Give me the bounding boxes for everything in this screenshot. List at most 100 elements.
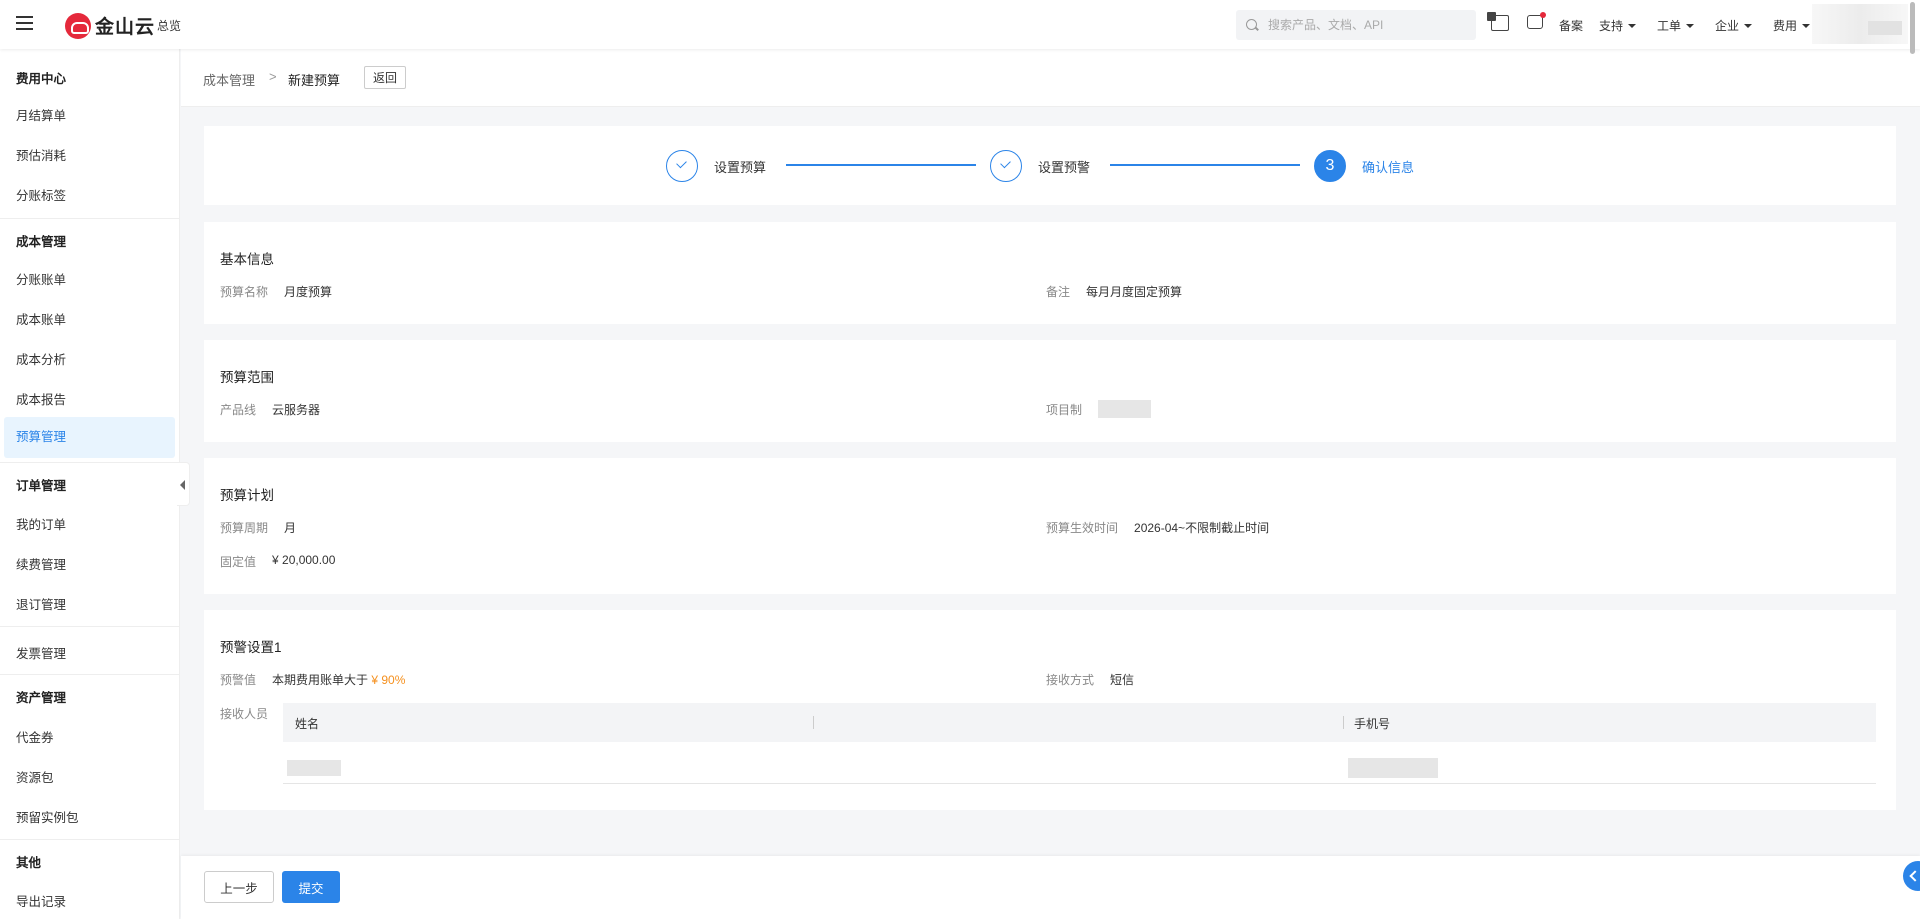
threshold-field: 预警值 本期费用账单大于 ¥ 90% [220,671,405,688]
sidebar-group-assets: 资产管理 [16,691,67,705]
back-button[interactable]: 返回 [364,66,406,89]
enterprise-menu[interactable]: 企业 [1715,17,1753,34]
step-2: 设置预警 [990,150,1090,182]
sidebar-divider [0,674,180,675]
receive-method-field: 接收方式 短信 [1046,671,1134,688]
step-3: 3 确认信息 [1314,150,1414,182]
step-label: 设置预警 [1038,159,1091,175]
breadcrumb-separator-icon: > [269,69,277,84]
support-label: 支持 [1599,19,1624,33]
sidebar-item-resource-pack[interactable]: 资源包 [16,767,54,786]
sidebar-item-cost-report[interactable]: 成本报告 [16,389,66,408]
field-value: 2026-04~不限制截止时间 [1134,521,1270,535]
sidebar-item-cost-analysis[interactable]: 成本分析 [16,349,66,368]
sidebar-item-renewal[interactable]: 续费管理 [16,554,66,573]
page-scrollbar[interactable] [1910,2,1915,54]
sidebar-item-split-bill[interactable]: 分账账单 [16,269,66,288]
field-label: 预警值 [220,673,257,687]
column-divider [813,716,814,729]
receivers-table: 姓名 手机号 [283,703,1876,784]
section-title: 预警设置1 [220,640,282,655]
field-label: 产品线 [220,403,257,417]
fixed-value-field: 固定值 ¥ 20,000.00 [220,553,335,570]
field-label: 项目制 [1046,403,1083,417]
notification-dot [1540,12,1546,18]
period-field: 预算周期 月 [220,519,296,536]
redacted-name [287,760,341,776]
sidebar: 费用中心 月结算单 预估消耗 分账标签 成本管理 分账账单 成本账单 成本分析 … [0,49,180,919]
sidebar-item-invoice[interactable]: 发票管理 [16,643,66,662]
menu-icon[interactable] [16,16,33,30]
prev-step-button[interactable]: 上一步 [204,871,274,903]
search-input[interactable] [1268,10,1468,40]
sidebar-divider [0,218,180,219]
sidebar-item-my-orders[interactable]: 我的订单 [16,514,66,533]
user-account-menu[interactable] [1812,4,1908,44]
message-icon[interactable] [1527,12,1546,29]
ticket-label: 工单 [1657,19,1682,33]
project-field: 项目制 [1046,400,1152,418]
breadcrumb-parent[interactable]: 成本管理 [203,70,255,89]
field-label: 备注 [1046,285,1071,299]
step-1: 设置预算 [666,150,766,182]
overview-link[interactable]: 总览 [157,17,181,34]
check-icon [990,150,1022,182]
sidebar-item-voucher[interactable]: 代金券 [16,727,54,746]
check-icon [666,150,698,182]
section-title: 基本信息 [220,252,274,267]
sidebar-item-monthly-bill[interactable]: 月结算单 [16,105,66,124]
sidebar-item-reserved[interactable]: 预留实例包 [16,807,79,826]
budget-name-field: 预算名称 月度预算 [220,283,332,300]
sidebar-divider [0,462,180,463]
sidebar-group-others: 其他 [16,856,42,870]
translate-icon[interactable] [1487,12,1509,31]
chevron-down-icon [1686,23,1695,28]
search-icon [1246,19,1257,30]
enterprise-label: 企业 [1715,19,1740,33]
step-label: 设置预算 [714,159,767,175]
basic-info-card: 基本信息 预算名称 月度预算 备注 每月月度固定预算 [204,222,1896,324]
field-value: 每月月度固定预算 [1086,285,1183,299]
steps-card: 设置预算 设置预警 3 确认信息 [204,126,1896,205]
sidebar-item-export[interactable]: 导出记录 [16,891,66,910]
footer-actions: 上一步 提交 [181,856,1920,919]
sidebar-item-split-tag[interactable]: 分账标签 [16,185,66,204]
product-line-field: 产品线 云服务器 [220,401,320,418]
brand-logo[interactable]: 金山云 [65,12,155,39]
alert-setting-card: 预警设置1 预警值 本期费用账单大于 ¥ 90% 接收方式 短信 接收人员 姓名… [204,610,1896,810]
ticket-menu[interactable]: 工单 [1657,17,1695,34]
chevron-down-icon [1628,23,1637,28]
field-label: 预算生效时间 [1046,521,1119,535]
column-name: 姓名 [295,717,320,731]
sidebar-collapse-handle[interactable] [177,462,190,506]
step-label: 确认信息 [1362,159,1415,175]
support-menu[interactable]: 支持 [1599,17,1637,34]
sidebar-item-estimated[interactable]: 预估消耗 [16,145,66,164]
field-label: 接收人员 [220,707,269,721]
filing-link[interactable]: 备案 [1559,17,1583,34]
sidebar-item-unsubscribe[interactable]: 退订管理 [16,594,66,613]
page-title: 新建预算 [288,73,341,88]
global-search[interactable] [1236,10,1476,40]
sidebar-item-budget-mgmt[interactable]: 预算管理 [4,417,175,458]
submit-button[interactable]: 提交 [282,871,340,903]
field-value: 短信 [1110,673,1135,687]
field-label: 接收方式 [1046,673,1095,687]
receivers-label: 接收人员 [220,705,284,722]
redacted-phone [1348,758,1438,778]
chevron-down-icon [1802,23,1811,28]
cloud-logo-icon [65,12,91,39]
field-value: 云服务器 [272,403,321,417]
column-phone: 手机号 [1354,717,1391,731]
threshold-value: ¥ 90% [371,673,406,687]
budget-plan-card: 预算计划 预算周期 月 预算生效时间 2026-04~不限制截止时间 固定值 ¥… [204,458,1896,594]
threshold-text: 本期费用账单大于 [272,673,369,687]
brand-name: 金山云 [95,17,156,38]
redacted-value [1098,400,1152,418]
billing-label: 费用 [1773,19,1798,33]
note-field: 备注 每月月度固定预算 [1046,283,1182,300]
step-connector [786,164,976,166]
field-label: 固定值 [220,555,257,569]
billing-menu[interactable]: 费用 [1773,17,1811,34]
sidebar-item-cost-bill[interactable]: 成本账单 [16,309,66,328]
